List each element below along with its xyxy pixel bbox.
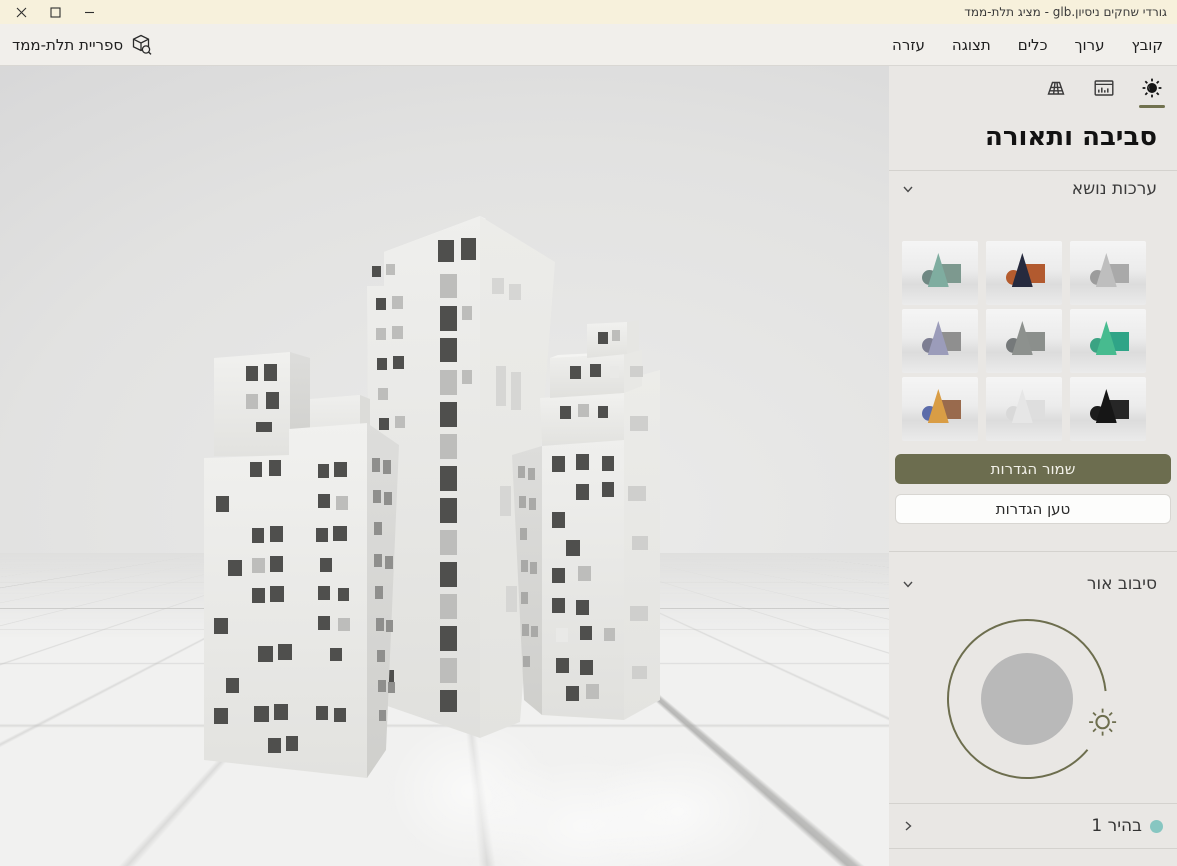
light-rotation-label: סיבוב אור <box>1086 574 1157 594</box>
theme-swatch[interactable] <box>986 377 1062 441</box>
perspective-grid-icon <box>1047 81 1065 95</box>
main-content: סביבה ותאורה ערכות נושא שמור הגדרות טען … <box>0 66 1177 866</box>
maximize-button[interactable] <box>38 0 72 24</box>
menu-items: קובץ ערוך כלים תצוגה עזרה <box>892 36 1163 54</box>
close-button[interactable] <box>4 0 38 24</box>
close-icon <box>16 7 26 17</box>
theme-swatch[interactable] <box>1070 309 1146 373</box>
tab-lighting[interactable] <box>1139 76 1165 108</box>
theme-swatch[interactable] <box>902 309 978 373</box>
theme-grid <box>902 241 1146 441</box>
themes-section-label: ערכות נושא <box>1071 179 1157 199</box>
panel-title: סביבה ותאורה <box>984 122 1157 152</box>
theme-swatch[interactable] <box>902 241 978 305</box>
theme-swatch[interactable] <box>902 377 978 441</box>
theme-swatch[interactable] <box>986 241 1062 305</box>
light-rotation-section-header[interactable]: סיבוב אור <box>889 566 1177 602</box>
skyscraper-models <box>204 216 660 778</box>
light-rotation-dial[interactable] <box>939 611 1129 791</box>
chevron-down-icon <box>903 581 913 588</box>
titlebar: גורדי שחקים ניסיון.glb - מציג תלת-ממד <box>0 0 1177 24</box>
chevron-right-icon <box>905 821 912 831</box>
environment-panel: סביבה ותאורה ערכות נושא שמור הגדרות טען … <box>889 66 1177 866</box>
app-window: גורדי שחקים ניסיון.glb - מציג תלת-ממד קו… <box>0 0 1177 866</box>
light-preset-row[interactable]: בהיר 1 <box>889 804 1177 848</box>
sun-handle-icon[interactable] <box>1089 708 1117 736</box>
menubar: קובץ ערוך כלים תצוגה עזרה ספריית תלת-ממד <box>0 24 1177 66</box>
library-label: ספריית תלת-ממד <box>12 35 124 54</box>
theme-swatch[interactable] <box>1070 241 1146 305</box>
load-settings-button[interactable]: טען הגדרות <box>895 494 1171 524</box>
save-settings-button[interactable]: שמור הגדרות <box>895 454 1171 484</box>
chevron-down-icon <box>903 186 913 193</box>
theme-swatch[interactable] <box>986 309 1062 373</box>
viewport-3d[interactable] <box>0 66 889 866</box>
preset-color-dot <box>1150 819 1163 833</box>
dial-knob[interactable] <box>981 653 1073 745</box>
theme-swatch[interactable] <box>1070 377 1146 441</box>
menu-tools[interactable]: כלים <box>1018 36 1048 54</box>
minimize-icon <box>84 11 94 13</box>
menu-file[interactable]: קובץ <box>1132 36 1164 54</box>
stats-window-icon <box>1094 80 1114 96</box>
menu-edit[interactable]: ערוך <box>1075 36 1105 54</box>
tab-stats[interactable] <box>1091 76 1117 108</box>
window-title: גורדי שחקים ניסיון.glb - מציג תלת-ממד <box>964 5 1167 19</box>
preset-label: בהיר 1 <box>1091 816 1142 836</box>
sun-icon <box>1142 78 1162 98</box>
divider <box>889 848 1177 849</box>
menu-help[interactable]: עזרה <box>892 36 925 54</box>
window-controls <box>4 0 106 24</box>
building-left <box>204 352 399 778</box>
divider <box>889 551 1177 552</box>
themes-section-header[interactable]: ערכות נושא <box>889 171 1177 207</box>
maximize-icon <box>49 6 61 18</box>
cube-search-icon <box>132 34 152 55</box>
menu-view[interactable]: תצוגה <box>952 36 991 54</box>
active-tab-underline <box>1139 105 1165 108</box>
library-button[interactable]: ספריית תלת-ממד <box>12 33 153 56</box>
minimize-button[interactable] <box>72 0 106 24</box>
tab-grid[interactable] <box>1043 76 1069 108</box>
panel-tabs <box>889 66 1177 108</box>
